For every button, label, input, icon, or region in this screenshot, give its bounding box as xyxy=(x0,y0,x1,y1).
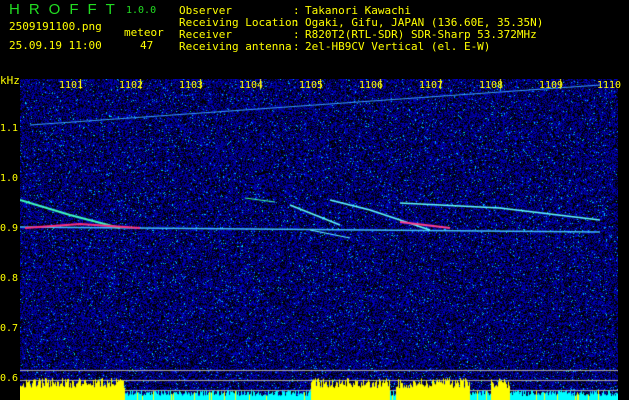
datetime: 25.09.19 11:00 xyxy=(9,39,102,52)
app-title: HROFFT xyxy=(9,1,124,18)
x-tick-label: 1108 xyxy=(479,80,504,91)
x-tick-label: 1102 xyxy=(119,80,144,91)
y-tick-label: 0.9 xyxy=(0,223,19,234)
x-tick-label: 1104 xyxy=(239,80,264,91)
x-tick-label: 1107 xyxy=(419,80,444,91)
y-tick-label: 1.0 xyxy=(0,173,19,184)
y-unit: kHz xyxy=(0,74,20,87)
x-tick-label: 1106 xyxy=(359,80,384,91)
app-version: 1.0.0 xyxy=(126,5,157,16)
x-tick-label: 1110 xyxy=(597,80,622,91)
spectrogram xyxy=(20,79,618,400)
meteor-count: 47 xyxy=(140,39,154,52)
hrofft-window: HROFFT 1.0.0 2509191100.png 25.09.19 11:… xyxy=(0,0,629,400)
x-tick-label: 1109 xyxy=(539,80,564,91)
y-tick-label: 0.8 xyxy=(0,273,19,284)
meteor-label: meteor xyxy=(124,26,164,39)
file-name: 2509191100.png xyxy=(9,20,102,33)
y-tick-label: 0.7 xyxy=(0,323,19,334)
x-tick-label: 1103 xyxy=(179,80,204,91)
x-tick-label: 1101 xyxy=(59,80,84,91)
info-value: 2el-HB9CV Vertical (el. E-W) xyxy=(305,40,491,53)
y-tick-label: 0.6 xyxy=(0,373,19,384)
info-label: Receiving antenna xyxy=(179,40,292,53)
info-colon: : xyxy=(293,40,300,53)
y-tick-label: 1.1 xyxy=(0,123,19,134)
x-tick-label: 1105 xyxy=(299,80,324,91)
